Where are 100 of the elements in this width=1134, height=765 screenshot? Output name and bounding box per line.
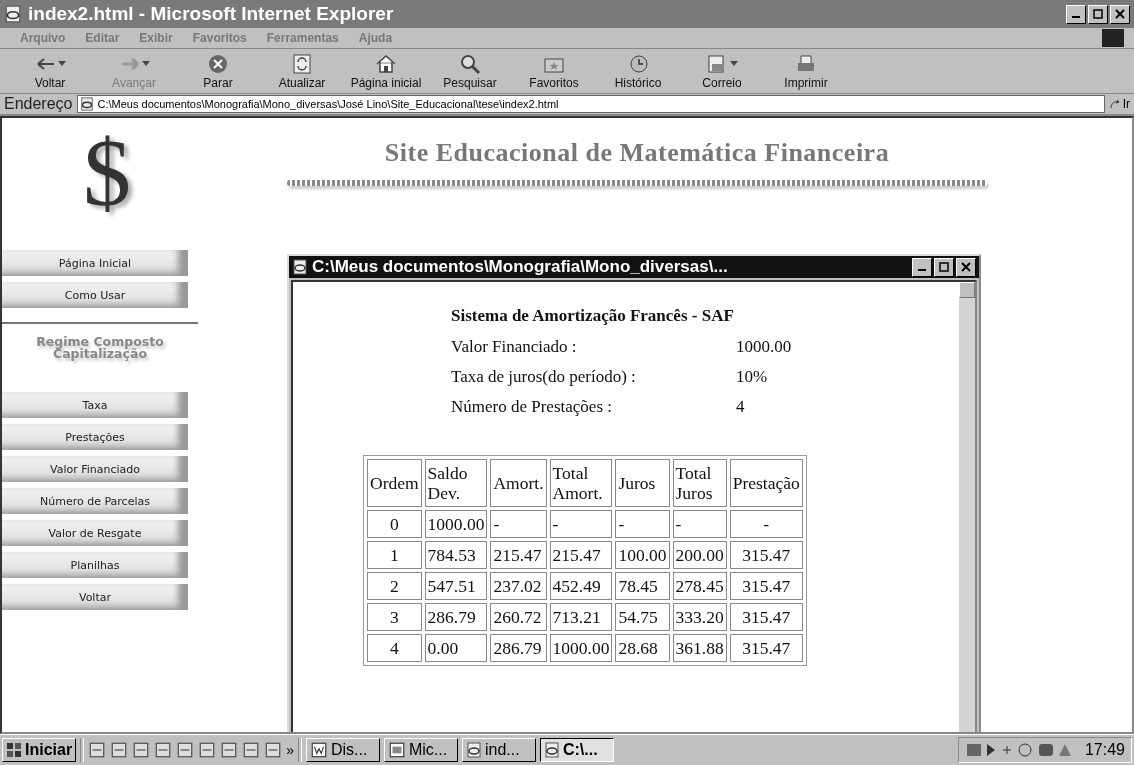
- close-icon: [1115, 9, 1125, 19]
- table-cell: 286.79: [424, 603, 488, 631]
- close-icon: [961, 262, 971, 272]
- page-icon: [292, 259, 308, 275]
- toolbar-button[interactable]: Histórico: [596, 52, 680, 90]
- address-field[interactable]: C:\Meus documentos\Monografia\Mono_diversas\José Lino\Site_Educacional\tese\index2.html: [76, 95, 1105, 113]
- minimize-icon: [918, 269, 926, 271]
- maximize-button[interactable]: [934, 257, 954, 277]
- table-cell: 2: [367, 572, 422, 600]
- table-cell: 333.20: [672, 603, 727, 631]
- page-icon: [79, 97, 94, 111]
- minimize-icon: [1072, 16, 1080, 18]
- document-icon: [309, 741, 328, 759]
- table-cell: 278.45: [672, 572, 727, 600]
- table-cell: 315.47: [729, 634, 803, 662]
- nav-button[interactable]: Voltar: [2, 584, 188, 610]
- table-cell: 237.02: [490, 572, 547, 600]
- table-cell: 260.72: [490, 603, 547, 631]
- nav-button[interactable]: Taxa: [2, 392, 188, 418]
- site-title: Site Educacional de Matemática Financeira: [384, 138, 890, 168]
- quick-launch-icon[interactable]: [110, 741, 129, 759]
- toolbar-button[interactable]: Parar: [176, 52, 260, 90]
- table-cell: 215.47: [549, 541, 613, 569]
- quick-launch-icon[interactable]: [132, 741, 151, 759]
- task-button[interactable]: ind...: [461, 738, 536, 762]
- nav-button[interactable]: Número de Parcelas: [2, 488, 188, 514]
- table-cell: 547.51: [424, 572, 488, 600]
- table-cell: 286.79: [490, 634, 547, 662]
- table-cell: 54.75: [615, 603, 670, 631]
- table-cell: 315.47: [729, 541, 803, 569]
- table-cell: 361.88: [672, 634, 727, 662]
- report-heading: Sistema de Amortização Francês - SAF: [451, 306, 735, 326]
- caret-icon: [58, 61, 66, 67]
- refresh-icon: [290, 52, 314, 76]
- minimize-button[interactable]: [1066, 4, 1086, 24]
- toolbar-button[interactable]: Imprimir: [764, 52, 848, 90]
- table-cell: -: [615, 510, 670, 538]
- windows-logo-icon: [6, 742, 22, 758]
- nav-button[interactable]: Como Usar: [2, 282, 188, 308]
- section-heading: Regime Composto Capitalização: [35, 336, 165, 360]
- column-header: Juros: [615, 459, 670, 507]
- clock: 17:49: [1084, 741, 1125, 759]
- task-button[interactable]: C:\...: [539, 738, 614, 762]
- table-cell: 1000.00: [424, 510, 488, 538]
- table-cell: 200.00: [672, 541, 727, 569]
- toolbar-button[interactable]: Voltar: [8, 52, 92, 90]
- close-button[interactable]: [956, 257, 976, 277]
- popup-title: C:\Meus documentos\Monografia\Mono_diversas\...: [312, 257, 729, 277]
- task-button[interactable]: Mic...: [383, 738, 458, 762]
- window-title: index2.html - Microsoft Internet Explorer: [28, 3, 395, 25]
- table-cell: 1: [367, 541, 422, 569]
- table-cell: 315.47: [729, 603, 803, 631]
- nav-button[interactable]: Valor de Resgate: [2, 520, 188, 546]
- maximize-icon: [939, 262, 949, 272]
- table-cell: 215.47: [490, 541, 547, 569]
- toolbar-button[interactable]: Favoritos: [512, 52, 596, 90]
- table-cell: 78.45: [615, 572, 670, 600]
- quick-launch-icon[interactable]: [154, 741, 173, 759]
- table-cell: -: [490, 510, 547, 538]
- table-cell: -: [672, 510, 727, 538]
- start-button[interactable]: Iniciar: [2, 738, 77, 762]
- table-cell: 4: [367, 634, 422, 662]
- toolbar-button[interactable]: Página inicial: [344, 52, 428, 90]
- quick-launch-icon[interactable]: [88, 741, 107, 759]
- quick-launch-icon[interactable]: [242, 741, 261, 759]
- table-cell: 452.49: [549, 572, 613, 600]
- caret-icon: [142, 61, 150, 67]
- quick-launch-icon[interactable]: [264, 741, 283, 759]
- toolbar-button[interactable]: Pesquisar: [428, 52, 512, 90]
- toolbar-button[interactable]: Correio: [680, 52, 764, 90]
- nav-button[interactable]: Planilhas: [2, 552, 188, 578]
- table-cell: -: [549, 510, 613, 538]
- scrollbar[interactable]: [959, 282, 975, 732]
- info-label: Taxa de juros(do período) :: [451, 367, 637, 387]
- table-cell: 28.68: [615, 634, 670, 662]
- nav-button[interactable]: Prestações: [2, 424, 188, 450]
- page-icon: [543, 742, 560, 758]
- search-icon: [458, 52, 482, 76]
- minimize-button[interactable]: [912, 257, 932, 277]
- info-value: 1000.00: [736, 337, 793, 357]
- quick-launch-icon[interactable]: [198, 741, 217, 759]
- column-header: Prestação: [729, 459, 803, 507]
- column-header: Saldo Dev.: [424, 459, 488, 507]
- nav-button[interactable]: Página Inicial: [2, 250, 188, 276]
- table-cell: -: [729, 510, 803, 538]
- table-cell: 100.00: [615, 541, 670, 569]
- task-button[interactable]: Dis...: [305, 738, 380, 762]
- toolbar-button[interactable]: Atualizar: [260, 52, 344, 90]
- maximize-icon: [1093, 9, 1103, 19]
- table-cell: 315.47: [729, 572, 803, 600]
- home-icon: [374, 52, 398, 76]
- quick-launch-icon[interactable]: [176, 741, 195, 759]
- quick-launch-icon[interactable]: [220, 741, 239, 759]
- go-button[interactable]: Ir: [1108, 97, 1130, 111]
- close-button[interactable]: [1110, 4, 1130, 24]
- nav-button[interactable]: Valor Financiado: [2, 456, 188, 482]
- table-cell: 784.53: [424, 541, 488, 569]
- maximize-button[interactable]: [1088, 4, 1108, 24]
- column-header: Amort.: [490, 459, 547, 507]
- more-button[interactable]: »: [286, 742, 294, 758]
